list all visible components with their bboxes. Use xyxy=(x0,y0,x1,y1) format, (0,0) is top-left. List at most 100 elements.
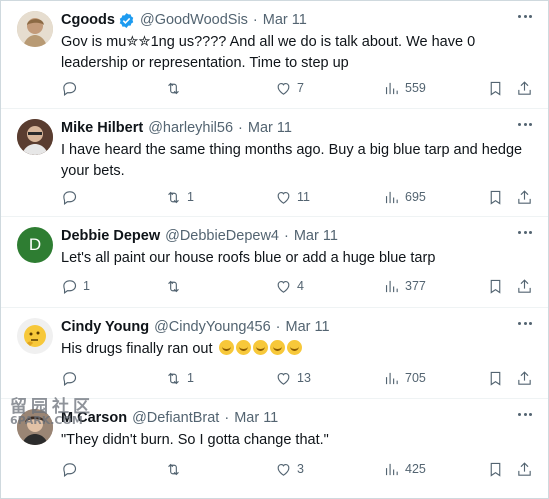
site-watermark: 留园社区 6PARK.COM xyxy=(10,399,94,428)
user-handle[interactable]: @DebbieDepew4 xyxy=(165,228,279,244)
retweet-button[interactable] xyxy=(165,459,187,479)
more-options-icon[interactable] xyxy=(518,322,532,325)
tweet-text: His drugs finally ran out xyxy=(61,341,213,357)
like-button[interactable]: 7 xyxy=(275,78,304,98)
view-count: 425 xyxy=(405,462,426,476)
share-button[interactable] xyxy=(516,276,533,296)
reply-tweet[interactable]: Cgoods @GoodWoodSis · Mar 11 Gov is mu✮✮… xyxy=(1,1,548,109)
more-options-icon[interactable] xyxy=(518,231,532,234)
share-button[interactable] xyxy=(516,459,533,479)
avatar[interactable]: D xyxy=(17,227,53,263)
retweet-icon xyxy=(168,191,179,203)
bookmark-icon xyxy=(490,462,501,477)
like-count: 7 xyxy=(297,81,304,95)
tweet-date[interactable]: Mar 11 xyxy=(234,410,278,426)
reply-button[interactable] xyxy=(61,78,83,98)
more-options-icon[interactable] xyxy=(518,123,532,126)
like-button[interactable]: 4 xyxy=(275,276,304,296)
views-button[interactable]: 705 xyxy=(383,368,426,388)
tweet-actions: 1 4 377 xyxy=(61,276,536,296)
reply-tweet[interactable]: Cindy Young @CindyYoung456 · Mar 11 His … xyxy=(1,308,548,399)
like-button[interactable]: 13 xyxy=(275,368,311,388)
tweet-header: Mike Hilbert @harleyhil56 · Mar 11 xyxy=(61,118,292,138)
reply-button[interactable] xyxy=(61,187,83,207)
bookmark-button[interactable] xyxy=(487,78,504,98)
tweet-actions: 1 13 705 xyxy=(61,368,536,388)
tweet-date[interactable]: Mar 11 xyxy=(248,120,292,136)
display-name[interactable]: Cindy Young xyxy=(61,319,149,335)
reply-button[interactable] xyxy=(61,459,83,479)
zany-face-emojis xyxy=(217,340,302,357)
more-options-icon[interactable] xyxy=(518,413,532,416)
bookmark-button[interactable] xyxy=(487,276,504,296)
retweet-button[interactable]: 1 xyxy=(165,187,194,207)
like-button[interactable]: 11 xyxy=(275,187,310,207)
bookmark-button[interactable] xyxy=(487,459,504,479)
tweet-header: Cgoods @GoodWoodSis · Mar 11 xyxy=(61,10,307,30)
retweet-button[interactable] xyxy=(165,78,187,98)
reply-button[interactable] xyxy=(61,368,83,388)
tweet-date[interactable]: Mar 11 xyxy=(286,319,330,335)
separator-dot: · xyxy=(224,410,230,426)
bookmark-button[interactable] xyxy=(487,368,504,388)
zany-face-icon xyxy=(218,340,234,355)
heart-icon xyxy=(277,372,290,385)
tweet-date[interactable]: Mar 11 xyxy=(263,12,307,28)
retweet-icon xyxy=(168,463,179,475)
views-chart-icon xyxy=(385,191,398,203)
avatar[interactable] xyxy=(17,318,53,354)
retweet-button[interactable] xyxy=(165,276,187,296)
views-button[interactable]: 695 xyxy=(383,187,426,207)
bookmark-button[interactable] xyxy=(487,187,504,207)
display-name[interactable]: Debbie Depew xyxy=(61,228,160,244)
tweet-date[interactable]: Mar 11 xyxy=(294,228,338,244)
reply-tweet[interactable]: D Debbie Depew @DebbieDepew4 · Mar 11 Le… xyxy=(1,217,548,308)
avatar[interactable] xyxy=(17,119,53,155)
tweet-text: Gov is mu✮✮1ng us???? And all we do is t… xyxy=(61,34,476,71)
reply-icon xyxy=(63,190,77,205)
retweet-count: 1 xyxy=(187,190,194,204)
tweet-text: "They didn't burn. So I gotta change tha… xyxy=(61,432,329,448)
reply-tweet[interactable]: Mike Hilbert @harleyhil56 · Mar 11 I hav… xyxy=(1,109,548,217)
views-chart-icon xyxy=(385,280,398,292)
zany-face-icon xyxy=(286,340,302,355)
avatar[interactable] xyxy=(17,11,53,47)
tweet-text: Let's all paint our house roofs blue or … xyxy=(61,250,436,266)
views-button[interactable]: 559 xyxy=(383,78,426,98)
tweet-text: I have heard the same thing months ago. … xyxy=(61,142,523,179)
retweet-icon xyxy=(168,280,179,292)
watermark-url: 6PARK.COM xyxy=(10,414,83,427)
bookmark-icon xyxy=(490,81,501,96)
separator-dot: · xyxy=(238,120,243,136)
tweet-actions: 7 559 xyxy=(61,78,536,98)
zany-face-icon xyxy=(235,340,251,355)
heart-icon xyxy=(277,463,290,476)
reply-count: 1 xyxy=(83,279,90,293)
like-count: 11 xyxy=(297,190,310,204)
retweet-count: 1 xyxy=(187,371,194,385)
user-handle[interactable]: @CindyYoung456 xyxy=(154,319,271,335)
views-chart-icon xyxy=(385,82,398,94)
user-handle[interactable]: @DefiantBrat xyxy=(132,410,219,426)
user-handle[interactable]: @GoodWoodSis xyxy=(140,12,248,28)
bookmark-icon xyxy=(490,371,501,386)
reply-button[interactable]: 1 xyxy=(61,276,90,296)
view-count: 705 xyxy=(405,371,426,385)
like-button[interactable]: 3 xyxy=(275,459,304,479)
views-button[interactable]: 425 xyxy=(383,459,426,479)
share-button[interactable] xyxy=(516,78,533,98)
share-button[interactable] xyxy=(516,187,533,207)
heart-icon xyxy=(277,82,290,95)
share-button[interactable] xyxy=(516,368,533,388)
reply-icon xyxy=(63,279,77,294)
share-icon xyxy=(518,80,531,95)
retweet-button[interactable]: 1 xyxy=(165,368,194,388)
display-name[interactable]: Cgoods xyxy=(61,12,115,28)
share-icon xyxy=(518,461,531,476)
user-handle[interactable]: @harleyhil56 xyxy=(148,120,233,136)
more-options-icon[interactable] xyxy=(518,15,532,18)
share-icon xyxy=(518,278,531,293)
display-name[interactable]: Mike Hilbert xyxy=(61,120,143,136)
views-button[interactable]: 377 xyxy=(383,276,426,296)
separator-dot: · xyxy=(283,228,289,244)
